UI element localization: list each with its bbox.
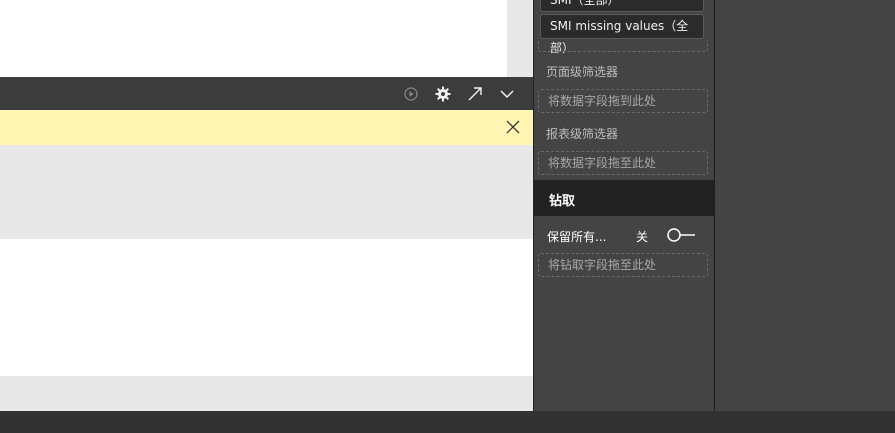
expand-arrow-icon[interactable] <box>459 77 491 110</box>
close-icon[interactable] <box>505 119 521 135</box>
status-bar <box>0 411 895 433</box>
keep-all-filters-label: 保留所有... <box>547 230 607 244</box>
gear-icon[interactable] <box>427 77 459 110</box>
report-level-filters-label: 报表级筛选器 <box>546 127 619 141</box>
warning-bar <box>0 110 533 145</box>
keep-filters-toggle[interactable] <box>666 227 696 243</box>
canvas-gap <box>0 145 533 239</box>
drillthrough-dropzone[interactable]: 将钻取字段拖至此处 <box>538 253 708 277</box>
visual-area-2[interactable] <box>0 239 533 376</box>
filter-chip-smi-missing[interactable]: SMI missing values（全部） <box>540 14 704 55</box>
report-level-dropzone[interactable]: 将数据字段拖至此处 <box>538 151 708 175</box>
page-level-filters-label: 页面级筛选器 <box>546 65 619 79</box>
drillthrough-title: 钻取 <box>549 194 576 209</box>
page-level-dropzone[interactable]: 将数据字段拖到此处 <box>538 89 708 113</box>
visual-area[interactable] <box>0 0 507 77</box>
visualizations-pane <box>715 0 895 411</box>
canvas-gap-2 <box>0 376 533 411</box>
canvas-margin <box>507 0 533 77</box>
visual-filter-dropzone[interactable] <box>538 40 708 52</box>
drillthrough-header: 钻取 <box>534 180 714 216</box>
toggle-state-label: 关 <box>636 230 649 244</box>
chevron-down-icon[interactable] <box>491 77 523 110</box>
query-editor-header <box>0 77 533 110</box>
filter-chip-smi[interactable]: SMI（全部） <box>540 0 704 12</box>
play-circle-icon[interactable] <box>395 77 427 110</box>
